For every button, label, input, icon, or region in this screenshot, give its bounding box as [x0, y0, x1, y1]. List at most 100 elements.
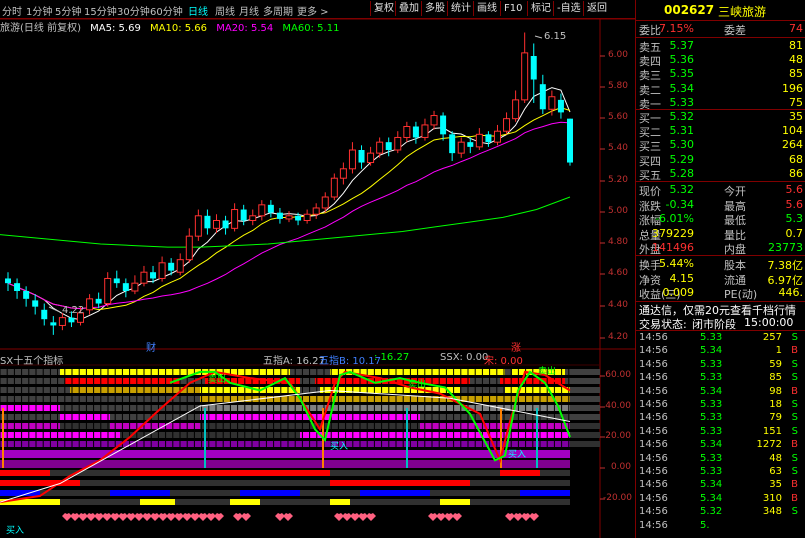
candle[interactable]: [557, 99, 564, 113]
candle[interactable]: [140, 271, 148, 284]
period-tab[interactable]: 60分钟: [150, 3, 183, 18]
candle[interactable]: [104, 277, 112, 305]
candle[interactable]: [321, 196, 329, 209]
candle[interactable]: [23, 291, 30, 299]
candle[interactable]: [485, 134, 492, 143]
candle[interactable]: [14, 283, 21, 291]
heart-marker: [206, 513, 216, 521]
toolbar-button[interactable]: 复权: [370, 1, 397, 16]
period-tab[interactable]: 周线: [215, 3, 235, 18]
candle[interactable]: [86, 298, 94, 311]
notice-row[interactable]: 通达信，仅需20元查看千档行情: [636, 302, 805, 317]
quote-panel: 002627 三峡旅游 委比 7.15% 委差 74 卖五 5.37 81 卖四 5.3…: [635, 0, 805, 538]
signal-bar: [204, 408, 206, 468]
indicator-band: [360, 490, 430, 496]
period-tab[interactable]: 15分钟: [84, 3, 117, 18]
candle[interactable]: [394, 136, 402, 151]
candle[interactable]: [376, 141, 384, 154]
stock-name[interactable]: 三峡旅游: [718, 3, 766, 20]
candle[interactable]: [348, 149, 356, 170]
weibi-row: 委比 7.15% 委差 74: [639, 22, 803, 37]
heart-marker: [444, 513, 454, 521]
candle[interactable]: [493, 130, 501, 143]
period-tab[interactable]: 5分钟: [55, 3, 81, 18]
candle[interactable]: [303, 213, 311, 222]
candle[interactable]: [276, 212, 283, 219]
toolbar-button[interactable]: F10: [500, 1, 525, 16]
candle[interactable]: [295, 215, 302, 221]
heart-marker: [505, 513, 515, 521]
candle[interactable]: [50, 322, 57, 326]
candle[interactable]: [122, 283, 129, 291]
candle[interactable]: [212, 220, 220, 229]
toolbar-button[interactable]: 叠加: [395, 1, 422, 16]
candle[interactable]: [240, 209, 247, 221]
tick-row: 14:56 5.34 310 B: [639, 492, 798, 504]
candle[interactable]: [449, 134, 456, 154]
candle[interactable]: [312, 207, 320, 215]
stock-code[interactable]: 002627: [664, 3, 714, 17]
candle[interactable]: [204, 215, 211, 229]
period-tab[interactable]: 更多 >: [297, 3, 329, 18]
candle[interactable]: [440, 115, 447, 135]
period-tab[interactable]: 分时: [2, 3, 22, 18]
candle[interactable]: [176, 259, 184, 273]
candle[interactable]: [358, 150, 365, 163]
period-tab[interactable]: 30分钟: [117, 3, 150, 18]
candle[interactable]: [385, 142, 392, 150]
candle[interactable]: [258, 204, 266, 217]
candle[interactable]: [131, 282, 139, 292]
toolbar-button[interactable]: -自选: [553, 1, 584, 16]
candle[interactable]: [231, 209, 239, 229]
candle[interactable]: [548, 96, 556, 110]
period-tab[interactable]: 日线: [188, 3, 208, 18]
candle[interactable]: [430, 115, 438, 126]
candle[interactable]: [168, 262, 175, 271]
indicator-band: [110, 423, 200, 429]
bid-row: 买一 5.32 35: [639, 110, 803, 125]
candle[interactable]: [475, 133, 483, 148]
price-tick: 4.60: [607, 268, 628, 278]
period-tab[interactable]: 1分钟: [26, 3, 52, 18]
stat-row: 收益(三) 0.009 PE(动) 446.: [639, 286, 803, 301]
candle[interactable]: [222, 220, 229, 229]
candle[interactable]: [249, 215, 257, 222]
candle[interactable]: [41, 309, 48, 320]
candle[interactable]: [330, 177, 338, 198]
candle[interactable]: [95, 298, 102, 304]
candle[interactable]: [150, 272, 157, 279]
candle[interactable]: [467, 142, 474, 147]
toolbar-button[interactable]: 多股: [421, 1, 448, 16]
candle[interactable]: [567, 118, 573, 163]
candle[interactable]: [512, 99, 520, 120]
candle[interactable]: [267, 204, 274, 213]
toolbar-button[interactable]: 统计: [447, 1, 474, 16]
candle[interactable]: [530, 56, 537, 80]
candle[interactable]: [185, 235, 193, 261]
heart-marker: [198, 513, 208, 521]
candle[interactable]: [113, 278, 120, 284]
period-tab[interactable]: 多周期: [263, 3, 293, 18]
candle[interactable]: [194, 215, 202, 237]
period-tab[interactable]: 月线: [239, 3, 259, 18]
candle[interactable]: [5, 278, 11, 284]
toolbar-button[interactable]: 返回: [583, 1, 610, 16]
candle[interactable]: [521, 52, 529, 101]
candle[interactable]: [403, 126, 411, 138]
candle[interactable]: [367, 152, 375, 164]
candle[interactable]: [421, 124, 429, 138]
indicator-band: [0, 490, 40, 496]
candle[interactable]: [412, 126, 419, 138]
candle[interactable]: [539, 84, 546, 110]
chart-canvas[interactable]: [0, 0, 635, 538]
toolbar-button[interactable]: 标记: [527, 1, 554, 16]
candle[interactable]: [68, 317, 75, 323]
candle[interactable]: [339, 168, 347, 179]
candle[interactable]: [503, 118, 511, 132]
candle[interactable]: [285, 215, 293, 220]
candle[interactable]: [158, 262, 166, 279]
candle[interactable]: [58, 317, 66, 326]
toolbar-button[interactable]: 画线: [473, 1, 500, 16]
candle[interactable]: [457, 141, 465, 154]
candle[interactable]: [32, 300, 39, 307]
